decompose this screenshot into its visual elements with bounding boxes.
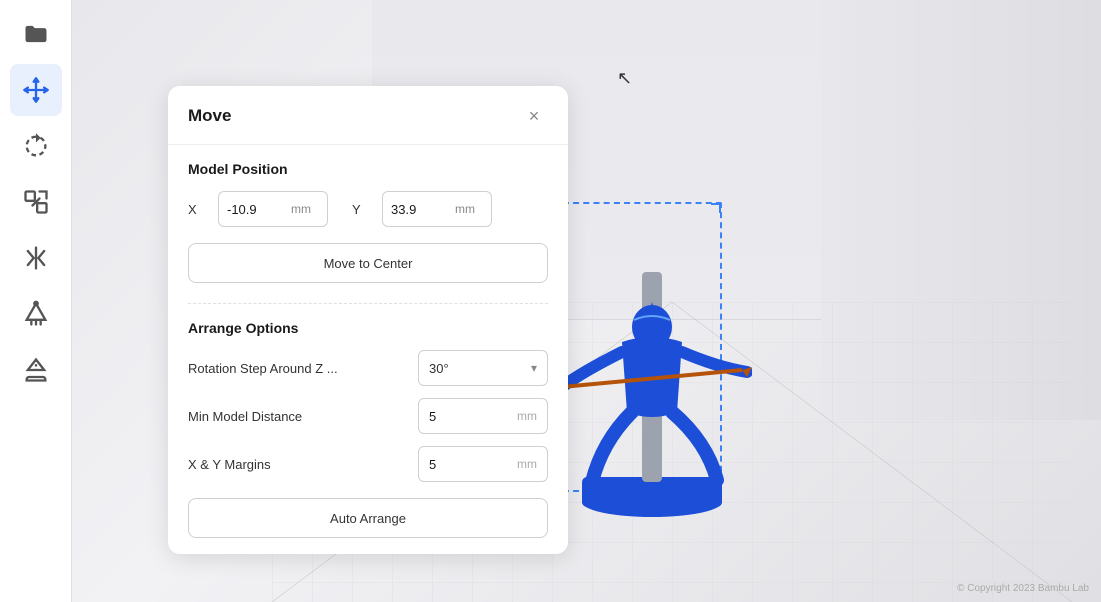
min-distance-input[interactable] [429,409,479,424]
section-divider [188,303,548,304]
right-wall [821,0,1101,420]
mirror-icon [22,244,50,272]
move-icon [22,76,50,104]
close-button[interactable]: × [520,102,548,130]
min-distance-row: Min Model Distance mm [188,398,548,434]
sidebar-item-folder[interactable] [10,8,62,60]
sidebar-item-support[interactable] [10,288,62,340]
x-input-wrapper[interactable]: mm [218,191,328,227]
rotate-icon [22,132,50,160]
sidebar-item-rotate[interactable] [10,120,62,172]
move-to-center-button[interactable]: Move to Center [188,243,548,283]
model-position-title: Model Position [188,161,548,177]
panel-body: Model Position X mm Y mm Move to Center … [168,145,568,554]
panel-title: Move [188,106,231,126]
auto-arrange-button[interactable]: Auto Arrange [188,498,548,538]
folder-icon [22,20,50,48]
chevron-down-icon: ▾ [531,361,537,375]
sidebar-item-paint[interactable] [10,344,62,396]
xy-margins-row: X & Y Margins mm [188,446,548,482]
move-panel: Move × Model Position X mm Y mm Move to … [168,86,568,554]
xy-margins-label: X & Y Margins [188,457,418,472]
paint-icon [22,356,50,384]
min-distance-label: Min Model Distance [188,409,418,424]
rotation-step-label: Rotation Step Around Z ... [188,361,418,376]
rotation-step-row: Rotation Step Around Z ... 30° ▾ [188,350,548,386]
xy-margins-input-wrapper[interactable]: mm [418,446,548,482]
sidebar-item-mirror[interactable] [10,232,62,284]
y-unit: mm [455,202,475,216]
scale-icon [22,188,50,216]
main-viewport: ↖ [72,0,1101,602]
support-icon [22,300,50,328]
y-input[interactable] [391,202,451,217]
x-input[interactable] [227,202,287,217]
watermark: © Copyright 2023 Bambu Lab [957,583,1089,594]
xy-margins-input[interactable] [429,457,479,472]
arrange-options-title: Arrange Options [188,320,548,336]
y-input-wrapper[interactable]: mm [382,191,492,227]
x-label: X [188,202,202,217]
min-distance-input-wrapper[interactable]: mm [418,398,548,434]
arrange-options-section: Arrange Options Rotation Step Around Z .… [188,320,548,538]
position-inputs-row: X mm Y mm [188,191,548,227]
panel-header: Move × [168,86,568,145]
x-unit: mm [291,202,311,216]
rotation-step-select[interactable]: 30° ▾ [418,350,548,386]
3d-model [552,212,752,522]
y-label: Y [352,202,366,217]
xy-margins-unit: mm [517,457,537,471]
sidebar [0,0,72,602]
sidebar-item-move[interactable] [10,64,62,116]
sidebar-item-scale[interactable] [10,176,62,228]
min-distance-unit: mm [517,409,537,423]
rotation-step-value: 30° [429,361,449,376]
